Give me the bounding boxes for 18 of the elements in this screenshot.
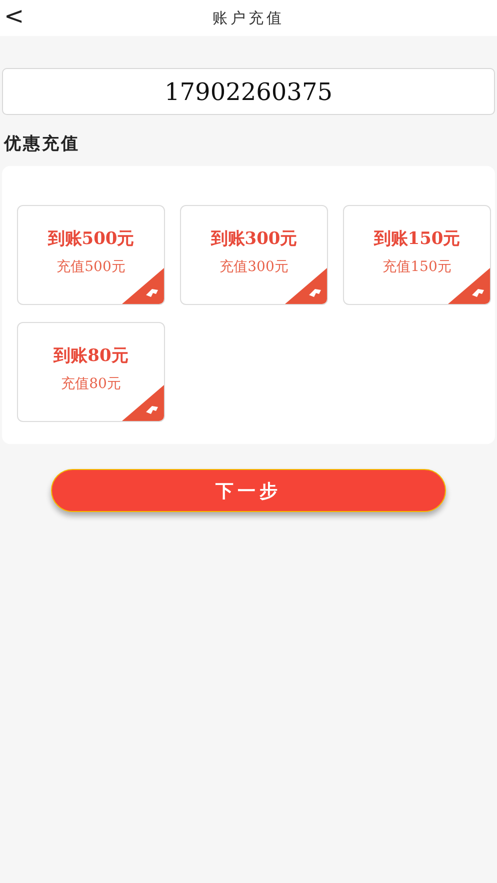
price-label: 充值500元 <box>56 258 126 276</box>
credit-amount: 到账500元 <box>48 228 134 250</box>
back-button[interactable]: < <box>0 2 28 30</box>
credit-amount: 到账150元 <box>374 228 460 250</box>
next-button[interactable]: 下一步 <box>51 469 446 512</box>
account-field[interactable]: 17902260375 <box>2 68 495 115</box>
price-label: 充值300元 <box>220 258 288 276</box>
section-title: 优惠充值 <box>4 133 81 155</box>
price-label: 充值150元 <box>382 258 452 276</box>
recharge-option-card[interactable]: 到账500元 充值500元 <box>17 205 165 305</box>
price-label: 充值80元 <box>61 375 121 393</box>
recharge-option-card[interactable]: 到账150元 充值150元 <box>343 205 491 305</box>
credit-amount: 到账300元 <box>210 228 298 250</box>
page-title: 账户充值 <box>212 8 284 28</box>
recharge-option-card[interactable]: 到账80元 充值80元 <box>17 322 165 422</box>
corner-tag-icon <box>122 385 164 421</box>
credit-amount: 到账80元 <box>54 345 128 367</box>
recharge-option-card[interactable]: 到账300元 充值300元 <box>180 205 328 305</box>
